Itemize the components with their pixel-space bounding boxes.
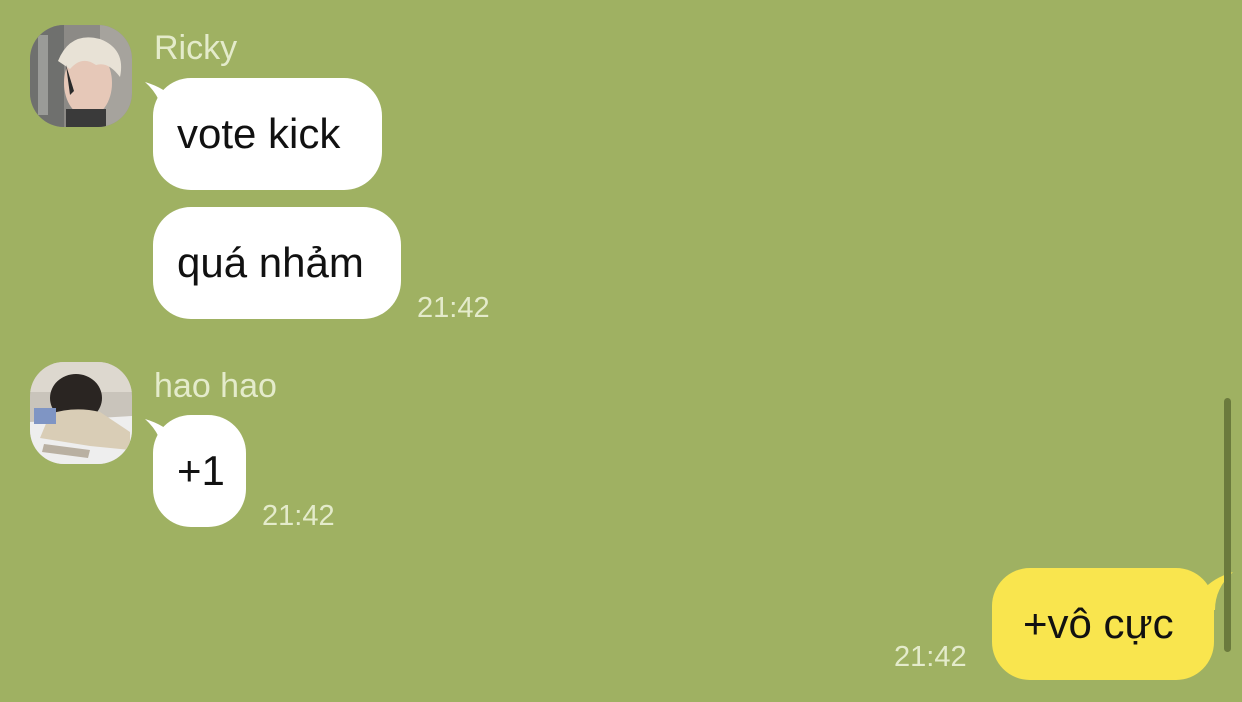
message-bubble-plus-one[interactable]: +1 bbox=[153, 415, 246, 527]
message-time-haohao: 21:42 bbox=[262, 500, 335, 532]
ricky-avatar[interactable] bbox=[30, 25, 132, 127]
scrollbar[interactable] bbox=[1224, 398, 1231, 652]
haohao-avatar[interactable] bbox=[30, 362, 132, 464]
chat-view: Ricky vote kick quá nhảm 21:42 hao hao +… bbox=[0, 0, 1242, 702]
sender-name-haohao: hao hao bbox=[154, 367, 277, 405]
message-time-ricky: 21:42 bbox=[417, 292, 490, 324]
message-time-mine: 21:42 bbox=[894, 641, 967, 673]
message-bubble-qua-nham[interactable]: quá nhảm bbox=[153, 207, 401, 319]
sender-name-ricky: Ricky bbox=[154, 29, 238, 67]
message-bubble-vo-cuc[interactable]: +vô cực bbox=[992, 568, 1214, 680]
message-bubble-vote-kick[interactable]: vote kick bbox=[153, 78, 382, 190]
